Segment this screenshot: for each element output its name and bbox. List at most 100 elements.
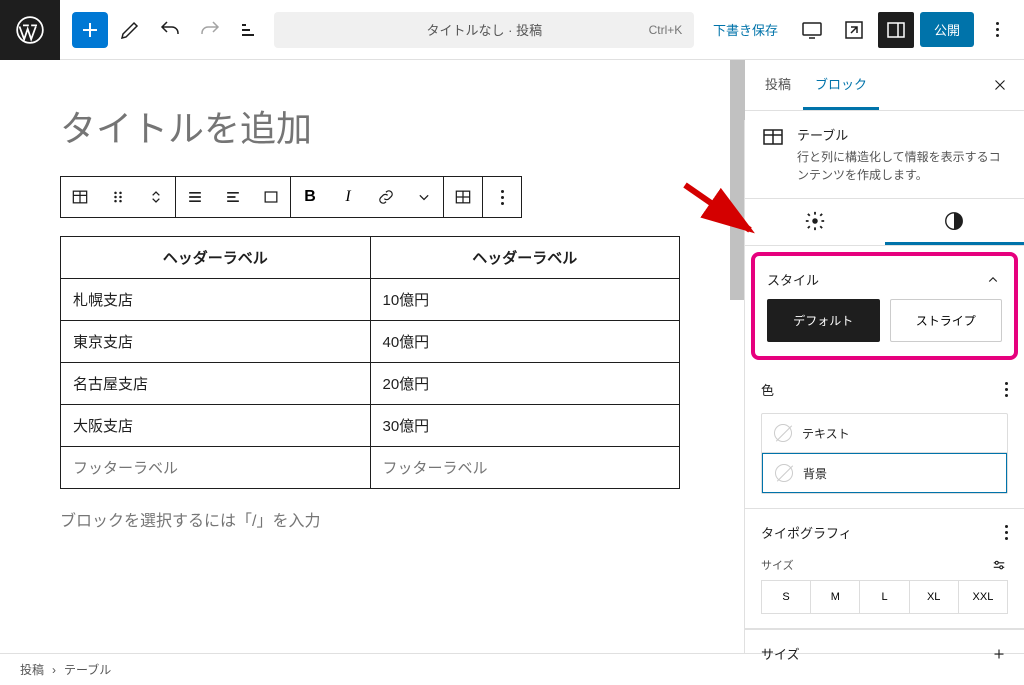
desktop-icon [800, 18, 824, 42]
wordpress-logo[interactable] [0, 0, 60, 60]
table-cell[interactable]: 名古屋支店 [61, 363, 371, 405]
undo-icon [158, 18, 182, 42]
bold-button[interactable]: B [291, 177, 329, 217]
block-toolbar: B I [60, 176, 522, 218]
editor-canvas[interactable]: タイトルを追加 B I [0, 60, 744, 653]
typography-panel-head[interactable]: タイポグラフィ [745, 509, 1024, 556]
breadcrumb-table[interactable]: テーブル [64, 661, 111, 678]
swatch-empty-icon [775, 464, 793, 482]
list-icon [238, 18, 262, 42]
undo-button[interactable] [152, 12, 188, 48]
size-m-button[interactable]: M [811, 581, 860, 613]
tab-block[interactable]: ブロック [803, 60, 879, 110]
table-row: 札幌支店10億円 [61, 279, 680, 321]
block-type-button[interactable] [61, 177, 99, 217]
plus-icon [990, 645, 1008, 663]
publish-button[interactable]: 公開 [920, 12, 974, 47]
table-cell[interactable]: 20億円 [370, 363, 680, 405]
plus-icon [78, 18, 102, 42]
more-format-button[interactable] [405, 177, 443, 217]
color-panel-head[interactable]: 色 [745, 366, 1024, 413]
block-options-button[interactable] [483, 177, 521, 217]
size-xl-button[interactable]: XL [910, 581, 959, 613]
sidebar-scrollbar[interactable] [731, 60, 745, 120]
style-stripes-button[interactable]: ストライプ [890, 299, 1003, 342]
bold-icon: B [304, 188, 316, 206]
tab-post[interactable]: 投稿 [753, 60, 803, 110]
sliders-icon[interactable] [990, 556, 1008, 574]
table-icon [761, 125, 785, 149]
column-button[interactable] [252, 177, 290, 217]
panel-title: タイポグラフィ [761, 523, 852, 542]
redo-icon [198, 18, 222, 42]
align-button[interactable] [176, 177, 214, 217]
size-l-button[interactable]: L [860, 581, 909, 613]
size-button-group: S M L XL XXL [761, 580, 1008, 614]
link-icon [376, 187, 396, 207]
styles-icon [943, 210, 965, 232]
block-subtabs [745, 199, 1024, 246]
table-cell[interactable]: 大阪支店 [61, 405, 371, 447]
redo-button[interactable] [192, 12, 228, 48]
block-info-desc: 行と列に構造化して情報を表示するコンテンツを作成します。 [797, 148, 1008, 184]
table-cell[interactable]: 東京支店 [61, 321, 371, 363]
table-header-row: ヘッダーラベル ヘッダーラベル [61, 237, 680, 279]
block-info-title: テーブル [797, 125, 1008, 144]
close-icon [991, 76, 1009, 94]
panel-title: 色 [761, 380, 774, 399]
subtab-styles[interactable] [885, 199, 1024, 245]
table-cell[interactable]: 40億円 [370, 321, 680, 363]
dimensions-panel-head[interactable]: サイズ [745, 629, 1024, 677]
kebab-icon [1005, 525, 1008, 540]
color-label: 背景 [803, 465, 827, 482]
table-footer-cell[interactable]: フッターラベル [370, 447, 680, 489]
edit-button[interactable] [112, 12, 148, 48]
size-xxl-button[interactable]: XXL [959, 581, 1007, 613]
table-cell[interactable]: 札幌支店 [61, 279, 371, 321]
italic-icon: I [345, 188, 350, 206]
table-row: 名古屋支店20億円 [61, 363, 680, 405]
options-menu-button[interactable] [980, 12, 1016, 48]
style-panel-highlighted: スタイル デフォルト ストライプ [751, 252, 1018, 360]
link-button[interactable] [367, 177, 405, 217]
text-align-button[interactable] [214, 177, 252, 217]
table-icon [70, 187, 90, 207]
document-title: タイトルなし · 投稿 [427, 20, 543, 39]
table-header-cell[interactable]: ヘッダーラベル [370, 237, 680, 279]
add-block-button[interactable] [72, 12, 108, 48]
drag-handle[interactable] [99, 177, 137, 217]
settings-sidebar-toggle[interactable] [878, 12, 914, 48]
document-overview-button[interactable] [232, 12, 268, 48]
wordpress-icon [16, 16, 44, 44]
edit-table-button[interactable] [444, 177, 482, 217]
size-label: サイズ [761, 557, 794, 573]
subtab-settings[interactable] [745, 199, 885, 245]
preview-desktop-button[interactable] [794, 12, 830, 48]
table-block[interactable]: ヘッダーラベル ヘッダーラベル 札幌支店10億円 東京支店40億円 名古屋支店2… [60, 236, 680, 489]
table-footer-cell[interactable]: フッターラベル [61, 447, 371, 489]
size-s-button[interactable]: S [762, 581, 811, 613]
italic-button[interactable]: I [329, 177, 367, 217]
swatch-empty-icon [774, 424, 792, 442]
table-header-cell[interactable]: ヘッダーラベル [61, 237, 371, 279]
post-title-input[interactable]: タイトルを追加 [60, 100, 694, 152]
document-title-bar[interactable]: タイトルなし · 投稿 Ctrl+K [274, 12, 694, 48]
block-appender-prompt[interactable]: ブロックを選択するには「/」を入力 [60, 507, 694, 531]
table-cell[interactable]: 10億円 [370, 279, 680, 321]
color-text-item[interactable]: テキスト [762, 414, 1007, 453]
kebab-icon [996, 22, 999, 37]
close-sidebar-button[interactable] [984, 69, 1016, 101]
preview-button[interactable] [836, 12, 872, 48]
column-icon [261, 187, 281, 207]
color-label: テキスト [802, 425, 850, 442]
breadcrumb-post[interactable]: 投稿 [20, 661, 44, 678]
settings-sidebar: 投稿 ブロック テーブル 行と列に構造化して情報を表示するコンテンツを作成します… [744, 60, 1024, 653]
style-default-button[interactable]: デフォルト [767, 299, 880, 342]
table-cell[interactable]: 30億円 [370, 405, 680, 447]
move-button[interactable] [137, 177, 175, 217]
align-icon [185, 187, 205, 207]
save-draft-button[interactable]: 下書き保存 [703, 14, 788, 45]
color-background-item[interactable]: 背景 [762, 453, 1007, 493]
table-footer-row: フッターラベルフッターラベル [61, 447, 680, 489]
style-panel-head[interactable]: スタイル [767, 266, 1002, 299]
